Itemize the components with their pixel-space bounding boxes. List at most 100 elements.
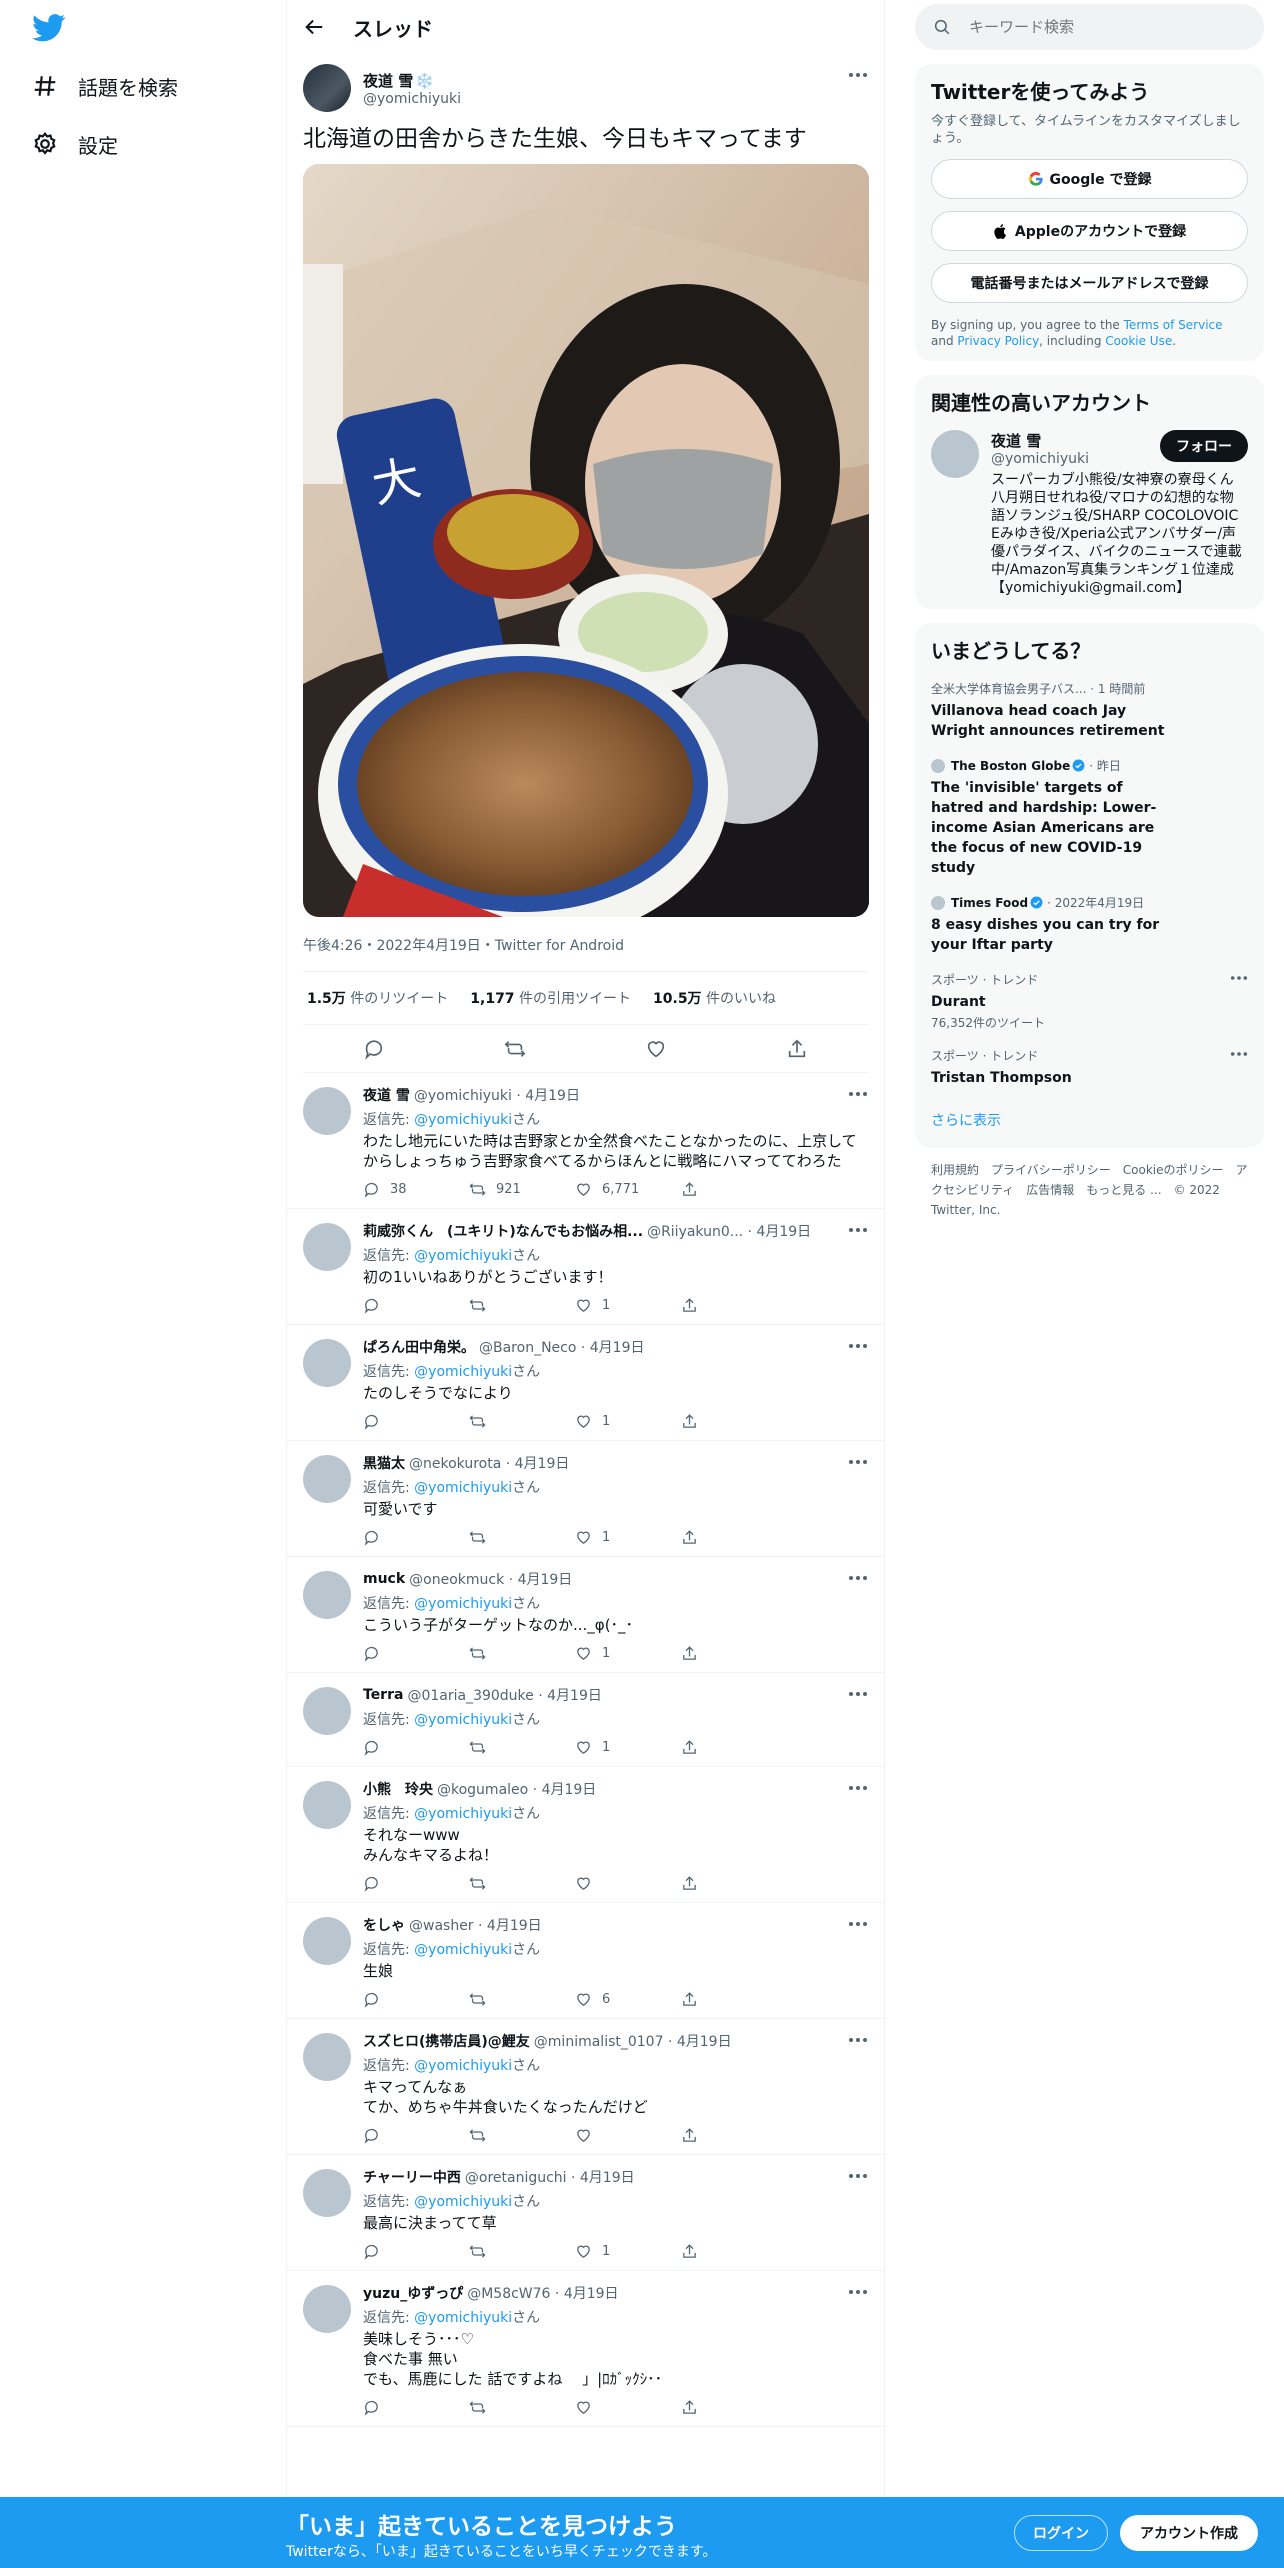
trend-item[interactable]: 全米大学体育協会男子バス... · 1 時間前 Villanova head co… bbox=[931, 680, 1248, 741]
avatar[interactable] bbox=[303, 1781, 351, 1829]
trend-item[interactable]: スポーツ · トレンド Tristan Thompson bbox=[931, 1047, 1248, 1088]
like-button[interactable]: 1 bbox=[575, 1413, 681, 1430]
twitter-logo-icon[interactable] bbox=[32, 14, 66, 42]
reply-button[interactable] bbox=[363, 2399, 469, 2416]
footer-link[interactable]: もっと見る ... bbox=[1086, 1183, 1161, 1197]
more-options-icon[interactable] bbox=[848, 1227, 868, 1233]
retweet-button[interactable] bbox=[469, 1413, 575, 1430]
more-options-icon[interactable] bbox=[1230, 975, 1248, 981]
more-options-icon[interactable] bbox=[1230, 1051, 1248, 1057]
reply-button[interactable]: 38 bbox=[363, 1181, 469, 1198]
reply-author-name[interactable]: 小熊 玲央 bbox=[363, 1779, 433, 1799]
tweet-timestamp[interactable]: 午後4:26・2022年4月19日・Twitter for Android bbox=[303, 935, 868, 972]
reply-to-mention[interactable]: @yomichiyuki bbox=[414, 1596, 512, 1612]
reply-tweet[interactable]: 夜道 雪 @yomichiyuki · 4月19日 返信先: @yomichiyuk… bbox=[287, 1073, 884, 1209]
footer-link[interactable]: プライバシーポリシー bbox=[991, 1163, 1111, 1177]
reply-handle-date[interactable]: @minimalist_0107 · 4月19日 bbox=[534, 2031, 732, 2051]
share-button[interactable] bbox=[681, 1645, 787, 1662]
show-more-link[interactable]: さらに表示 bbox=[931, 1110, 1248, 1130]
reply-to-mention[interactable]: @yomichiyuki bbox=[414, 1364, 512, 1380]
reply-to-mention[interactable]: @yomichiyuki bbox=[414, 1112, 512, 1128]
apple-signup-button[interactable]: Appleのアカウントで登録 bbox=[931, 211, 1248, 251]
retweet-button[interactable] bbox=[469, 1297, 575, 1314]
trend-item[interactable]: Times Food · 2022年4月19日 8 easy dishes you… bbox=[931, 894, 1248, 955]
reply-button[interactable] bbox=[363, 1413, 469, 1430]
reply-author-name[interactable]: チャーリー中西 bbox=[363, 2167, 461, 2187]
retweet-button[interactable] bbox=[469, 2243, 575, 2260]
more-options-icon[interactable] bbox=[848, 72, 868, 78]
like-button[interactable]: 6,771 bbox=[575, 1181, 681, 1198]
reply-tweet[interactable]: ぱろん田中角栄。 @Baron_Neco · 4月19日 返信先: @yomichi… bbox=[287, 1325, 884, 1441]
reply-author-name[interactable]: ぱろん田中角栄。 bbox=[363, 1337, 475, 1357]
more-options-icon[interactable] bbox=[848, 1091, 868, 1097]
search-input[interactable] bbox=[969, 18, 1229, 36]
reply-to-mention[interactable]: @yomichiyuki bbox=[414, 1248, 512, 1264]
trend-item[interactable]: スポーツ · トレンド Durant 76,352件のツイート bbox=[931, 971, 1248, 1031]
share-icon[interactable] bbox=[786, 1038, 808, 1060]
like-button[interactable]: 1 bbox=[575, 1739, 681, 1756]
more-options-icon[interactable] bbox=[848, 2037, 868, 2043]
author-name-link[interactable]: 夜道 雪 ❄️ bbox=[363, 70, 461, 91]
retweet-button[interactable] bbox=[469, 1645, 575, 1662]
reply-handle-date[interactable]: @Riiyakun0... · 4月19日 bbox=[647, 1221, 811, 1241]
avatar[interactable] bbox=[303, 2285, 351, 2333]
reply-to-mention[interactable]: @yomichiyuki bbox=[414, 1712, 512, 1728]
avatar[interactable] bbox=[303, 2033, 351, 2081]
nav-settings[interactable]: 設定 bbox=[32, 120, 118, 168]
share-button[interactable] bbox=[681, 1739, 787, 1756]
like-button[interactable] bbox=[575, 1875, 681, 1892]
share-button[interactable] bbox=[681, 2243, 787, 2260]
more-options-icon[interactable] bbox=[848, 1459, 868, 1465]
like-button[interactable] bbox=[575, 2399, 681, 2416]
avatar[interactable] bbox=[303, 1087, 351, 1135]
back-arrow-icon[interactable] bbox=[303, 16, 325, 38]
share-button[interactable] bbox=[681, 1297, 787, 1314]
reply-button[interactable] bbox=[363, 1297, 469, 1314]
avatar[interactable] bbox=[303, 1571, 351, 1619]
reply-author-name[interactable]: スズヒロ(携帯店員)@鯉友 bbox=[363, 2031, 530, 2051]
reply-author-name[interactable]: muck bbox=[363, 1571, 405, 1587]
trend-item[interactable]: The Boston Globe · 昨日 The 'invisible' tar… bbox=[931, 757, 1248, 878]
avatar[interactable] bbox=[303, 1687, 351, 1735]
like-button[interactable]: 1 bbox=[575, 1297, 681, 1314]
related-account[interactable]: 夜道 雪 @yomichiyuki スーパーカブ小熊役/女神寮の寮母くん八月朔日… bbox=[931, 430, 1248, 597]
retweet-button[interactable] bbox=[469, 1875, 575, 1892]
avatar[interactable] bbox=[303, 1339, 351, 1387]
phone-email-signup-button[interactable]: 電話番号またはメールアドレスで登録 bbox=[931, 263, 1248, 303]
more-options-icon[interactable] bbox=[848, 1921, 868, 1927]
more-options-icon[interactable] bbox=[848, 1575, 868, 1581]
more-options-icon[interactable] bbox=[848, 2173, 868, 2179]
reply-handle-date[interactable]: @nekokurota · 4月19日 bbox=[409, 1453, 569, 1473]
retweet-button[interactable] bbox=[469, 2127, 575, 2144]
more-options-icon[interactable] bbox=[848, 1785, 868, 1791]
reply-button[interactable] bbox=[363, 2127, 469, 2144]
avatar[interactable] bbox=[303, 1917, 351, 1965]
avatar[interactable] bbox=[303, 1455, 351, 1503]
reply-author-name[interactable]: Terra bbox=[363, 1687, 403, 1703]
footer-link[interactable]: 利用規約 bbox=[931, 1163, 979, 1177]
reply-button[interactable] bbox=[363, 1645, 469, 1662]
reply-button[interactable] bbox=[363, 2243, 469, 2260]
reply-author-name[interactable]: 夜道 雪 bbox=[363, 1085, 410, 1105]
retweet-button[interactable] bbox=[469, 1739, 575, 1756]
privacy-link[interactable]: Privacy Policy bbox=[957, 334, 1039, 348]
like-button[interactable]: 1 bbox=[575, 1645, 681, 1662]
footer-link[interactable]: 広告情報 bbox=[1026, 1183, 1074, 1197]
reply-tweet[interactable]: 小熊 玲央 @kogumaleo · 4月19日 返信先: @yomichiyuki… bbox=[287, 1767, 884, 1903]
reply-to-mention[interactable]: @yomichiyuki bbox=[414, 1480, 512, 1496]
reply-tweet[interactable]: をしゃ @washer · 4月19日 返信先: @yomichiyukiさん 生娘 6 bbox=[287, 1903, 884, 2019]
terms-link[interactable]: Terms of Service bbox=[1124, 318, 1223, 332]
avatar[interactable] bbox=[303, 64, 351, 112]
reply-button[interactable] bbox=[363, 1739, 469, 1756]
avatar[interactable] bbox=[303, 2169, 351, 2217]
retweet-button[interactable]: 921 bbox=[469, 1181, 575, 1198]
cookie-link[interactable]: Cookie Use bbox=[1105, 334, 1172, 348]
tweet-photo[interactable]: 大 bbox=[303, 164, 869, 917]
reply-to-mention[interactable]: @yomichiyuki bbox=[414, 2194, 512, 2210]
reply-handle-date[interactable]: @01aria_390duke · 4月19日 bbox=[407, 1685, 601, 1705]
google-signup-button[interactable]: Google で登録 bbox=[931, 159, 1248, 199]
more-options-icon[interactable] bbox=[848, 2289, 868, 2295]
reply-handle-date[interactable]: @washer · 4月19日 bbox=[409, 1915, 542, 1935]
reply-handle-date[interactable]: @Baron_Neco · 4月19日 bbox=[479, 1337, 645, 1357]
reply-handle-date[interactable]: @yomichiyuki · 4月19日 bbox=[414, 1085, 580, 1105]
